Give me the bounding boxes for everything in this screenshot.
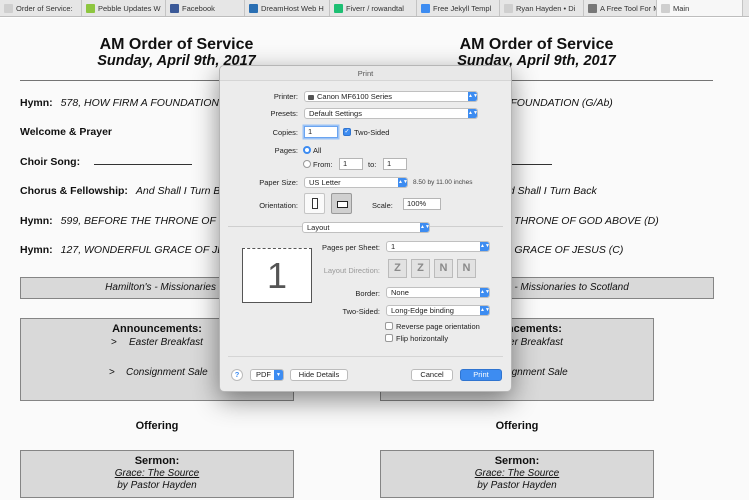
pages-from-radio[interactable] [303, 160, 311, 168]
pages-all-label: All [313, 146, 322, 155]
footer-divider [228, 356, 503, 357]
browser-tab[interactable]: DreamHost Web H [245, 0, 330, 16]
copies-label: Copies: [272, 128, 298, 137]
dialog-title: Print [220, 66, 511, 81]
orientation-label: Orientation: [259, 201, 298, 210]
browser-tab[interactable]: Ryan Hayden • Di [500, 0, 584, 16]
pages-from-input[interactable]: 1 [339, 158, 363, 170]
printer-value: Canon MF6100 Series [317, 92, 393, 101]
layout-direction-n-icon: N [434, 259, 453, 278]
page-icon [4, 4, 13, 13]
pages-label: Pages: [274, 146, 298, 155]
border-label: Border: [355, 289, 380, 298]
landscape-icon [337, 201, 348, 208]
pages-to-label: to: [368, 160, 377, 169]
reverse-orientation-checkbox[interactable] [385, 322, 393, 330]
pdf-label: PDF [256, 370, 271, 379]
browser-tab-label: DreamHost Web H [261, 4, 324, 13]
browser-tab-label: Free Jekyll Templ [433, 4, 492, 13]
chevron-updown-icon: ▲▼ [420, 223, 430, 232]
fiverr-icon [334, 4, 343, 13]
section-value: Layout [307, 223, 330, 232]
page-icon [504, 4, 513, 13]
chevron-updown-icon: ▲▼ [398, 178, 408, 187]
layout-preview: 1 [242, 248, 312, 303]
pages-per-sheet-select[interactable]: 1 ▲▼ [386, 241, 490, 252]
paper-size-select[interactable]: US Letter ▲▼ [304, 177, 408, 188]
scale-label: Scale: [372, 201, 393, 210]
presets-label: Presets: [270, 109, 298, 118]
browser-tab-label: Facebook [182, 4, 215, 13]
pdf-menu-button[interactable]: PDF ▼ [250, 369, 284, 381]
pages-per-sheet-value: 1 [391, 242, 396, 251]
border-value: None [391, 288, 409, 297]
page-icon [661, 4, 670, 13]
two-sided-binding-label: Two-Sided: [342, 307, 380, 316]
two-sided-binding-select[interactable]: Long-Edge binding ▲▼ [386, 305, 490, 316]
reverse-orientation-label: Reverse page orientation [396, 322, 480, 331]
layout-direction-s-icon: Z [411, 259, 430, 278]
pages-from-label: From: [313, 160, 333, 169]
landscape-orientation-button[interactable] [331, 193, 352, 214]
paper-size-label: Paper Size: [259, 178, 298, 187]
printer-label: Printer: [273, 92, 298, 101]
copies-input[interactable]: 1 [304, 126, 338, 138]
two-sided-binding-value: Long-Edge binding [391, 306, 454, 315]
pages-per-sheet-label: Pages per Sheet: [322, 243, 380, 252]
browser-tab-label: Pebble Updates W [98, 4, 161, 13]
portrait-orientation-button[interactable] [304, 193, 325, 214]
chevron-updown-icon: ▲▼ [468, 109, 478, 118]
presets-value: Default Settings [309, 109, 362, 118]
border-select[interactable]: None ▲▼ [386, 287, 490, 298]
chevron-updown-icon: ▲▼ [480, 306, 490, 315]
browser-tab-label: Main [673, 4, 690, 13]
facebook-icon [170, 4, 179, 13]
help-button[interactable]: ? [231, 369, 243, 381]
paper-dimensions: 8.50 by 11.00 inches [413, 179, 473, 186]
printer-icon [308, 94, 314, 100]
browser-tab-label: Fiverr / rowandtal [346, 4, 404, 13]
section-select[interactable]: Layout ▲▼ [302, 222, 430, 233]
browser-tab-label: A Free Tool For M [600, 4, 657, 13]
pages-all-radio[interactable] [303, 146, 311, 154]
scale-input[interactable]: 100% [403, 198, 441, 210]
flip-horizontally-label: Flip horizontally [396, 334, 449, 343]
browser-tab[interactable]: Fiverr / rowandtal [330, 0, 417, 16]
cancel-button[interactable]: Cancel [411, 369, 453, 381]
browser-tab[interactable]: Pebble Updates W [82, 0, 166, 16]
chevron-updown-icon: ▲▼ [480, 288, 490, 297]
jekyll-icon [421, 4, 430, 13]
two-sided-label: Two-Sided [354, 128, 390, 137]
browser-tab[interactable]: Free Jekyll Templ [417, 0, 500, 16]
chevron-down-icon: ▼ [274, 370, 283, 380]
chevron-updown-icon: ▲▼ [480, 242, 490, 251]
browser-tab-label: Ryan Hayden • Di [516, 4, 576, 13]
layout-direction-label: Layout Direction: [323, 266, 380, 275]
chevron-updown-icon: ▲▼ [468, 92, 478, 101]
layout-direction-reverse-n-icon: N [457, 259, 476, 278]
portrait-icon [312, 198, 318, 209]
browser-tab[interactable]: Order of Service: [0, 0, 82, 16]
print-button[interactable]: Print [460, 369, 502, 381]
browser-tab[interactable]: Facebook [166, 0, 245, 16]
two-sided-checkbox[interactable]: ✓ [343, 128, 351, 136]
browser-tab-bar: Order of Service: Pebble Updates W Faceboo… [0, 0, 749, 17]
pages-to-input[interactable]: 1 [383, 158, 407, 170]
browser-tab[interactable]: Main [657, 0, 743, 16]
pebble-icon [86, 4, 95, 13]
browser-tab-label: Order of Service: [16, 4, 73, 13]
layout-direction-z-icon: Z [388, 259, 407, 278]
preview-page-number: 1 [266, 255, 288, 296]
browser-tab[interactable]: A Free Tool For M [584, 0, 657, 16]
presets-select[interactable]: Default Settings ▲▼ [304, 108, 478, 119]
hide-details-button[interactable]: Hide Details [290, 369, 348, 381]
dreamhost-icon [249, 4, 258, 13]
printer-select[interactable]: Canon MF6100 Series ▲▼ [304, 91, 478, 102]
globe-icon [588, 4, 597, 13]
paper-size-value: US Letter [309, 178, 341, 187]
print-dialog: Print Printer: Canon MF6100 Series ▲▼ Pre… [219, 65, 512, 392]
flip-horizontally-checkbox[interactable] [385, 334, 393, 342]
